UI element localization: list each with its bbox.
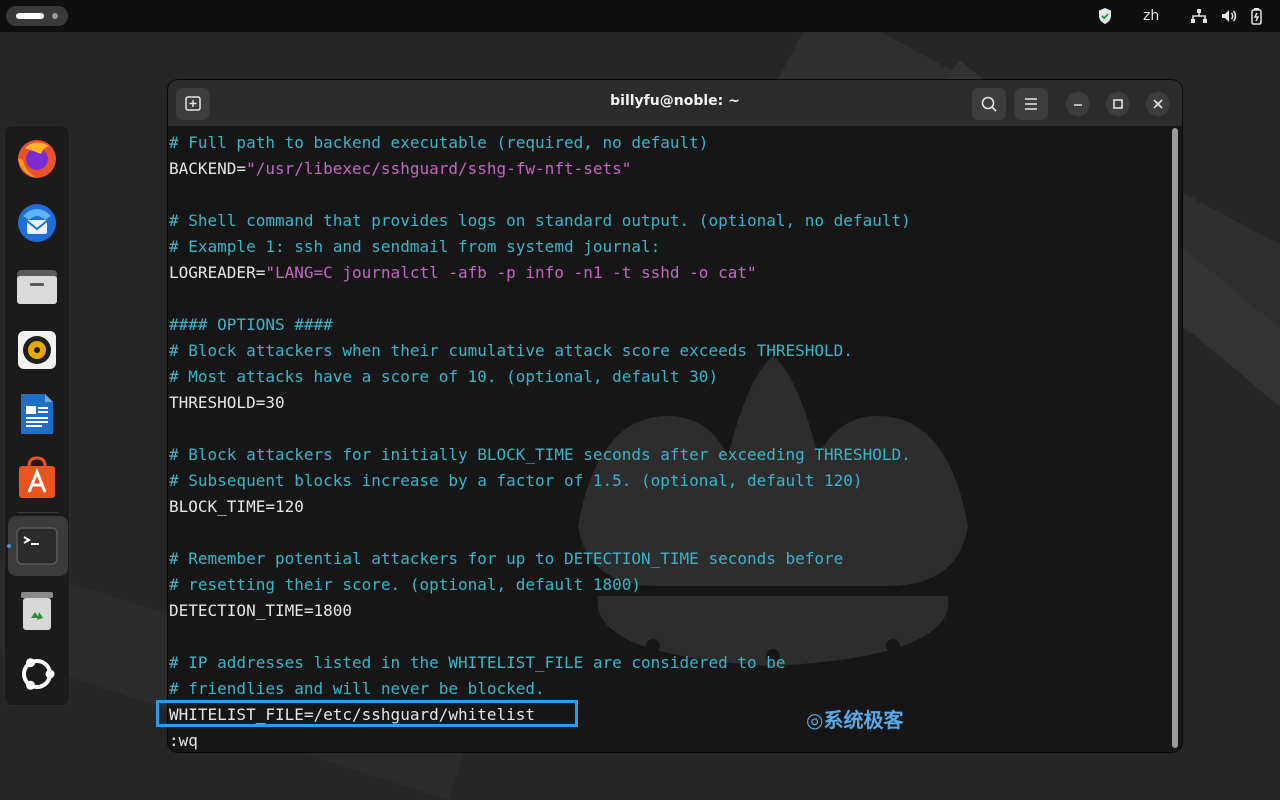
rhythmbox-icon[interactable] (15, 328, 59, 372)
line-text: THRESHOLD=30 (169, 393, 285, 412)
editor-line: # Block attackers when their cumulative … (169, 338, 911, 364)
comment-text: # IP addresses listed in the WHITELIST_F… (169, 653, 786, 672)
comment-text: # resetting their score. (optional, defa… (169, 575, 642, 594)
terminal-content[interactable]: # Full path to backend executable (requi… (168, 126, 1174, 752)
app-center-icon[interactable] (15, 456, 59, 500)
watermark: ◎系统极客 (806, 704, 903, 733)
workspace-indicator-active (16, 13, 44, 19)
terminal-icon[interactable] (15, 524, 59, 568)
editor-line: # friendlies and will never be blocked. (169, 676, 911, 702)
editor-line: BACKEND="/usr/libexec/sshguard/sshg-fw-n… (169, 156, 911, 182)
config-value: "LANG=C journalctl -afb -p info -n1 -t s… (265, 263, 757, 282)
files-icon[interactable] (15, 264, 59, 308)
editor-line: # Most attacks have a score of 10. (opti… (169, 364, 911, 390)
search-button[interactable] (972, 88, 1006, 120)
comment-text: # Full path to backend executable (requi… (169, 133, 709, 152)
minimize-button[interactable] (1066, 92, 1090, 116)
editor-line: # resetting their score. (optional, defa… (169, 572, 911, 598)
editor-line: THRESHOLD=30 (169, 390, 911, 416)
line-text: DETECTION_TIME=1800 (169, 601, 353, 620)
line-text: :wq (169, 731, 198, 750)
comment-text: # Block attackers when their cumulative … (169, 341, 853, 360)
editor-line: BLOCK_TIME=120 (169, 494, 911, 520)
close-button[interactable] (1146, 92, 1170, 116)
line-text: BLOCK_TIME=120 (169, 497, 304, 516)
firefox-icon[interactable] (15, 136, 59, 180)
dock (4, 125, 70, 706)
config-key: BACKEND= (169, 159, 247, 178)
editor-line: # Example 1: ssh and sendmail from syste… (169, 234, 911, 260)
editor-line: # Full path to backend executable (requi… (169, 130, 911, 156)
watermark-logo-icon: ◎ (806, 708, 824, 732)
activities-button[interactable] (6, 6, 68, 26)
comment-text: # Remember potential attackers for up to… (169, 549, 844, 568)
editor-lines: # Full path to backend executable (requi… (169, 130, 911, 752)
battery-icon[interactable] (1250, 6, 1264, 26)
config-value: "/usr/libexec/sshguard/sshg-fw-nft-sets" (246, 159, 632, 178)
top-bar: zh (0, 0, 1280, 32)
editor-line: :wq (169, 728, 911, 752)
editor-line: # Shell command that provides logs on st… (169, 208, 911, 234)
trash-icon[interactable] (15, 588, 59, 632)
menu-button[interactable] (1014, 88, 1048, 120)
comment-text: # Shell command that provides logs on st… (169, 211, 911, 230)
editor-line: # Subsequent blocks increase by a factor… (169, 468, 911, 494)
writer-icon[interactable] (15, 392, 59, 436)
whitelist-line-highlight (156, 700, 578, 727)
comment-text: # Most attacks have a score of 10. (opti… (169, 367, 719, 386)
editor-line: # IP addresses listed in the WHITELIST_F… (169, 650, 911, 676)
input-language-indicator[interactable]: zh (1143, 6, 1159, 26)
config-key: LOGREADER= (169, 263, 266, 282)
running-indicator (7, 544, 11, 548)
shield-icon[interactable] (1097, 6, 1113, 26)
thunderbird-icon[interactable] (15, 200, 59, 244)
comment-text: # Block attackers for initially BLOCK_TI… (169, 445, 911, 464)
watermark-text: 系统极客 (823, 708, 904, 732)
window-titlebar[interactable]: billyfu@noble: ~ (168, 80, 1182, 126)
comment-text: # Subsequent blocks increase by a factor… (169, 471, 863, 490)
network-icon[interactable] (1190, 6, 1208, 26)
workspace-indicator (52, 13, 58, 19)
editor-line: # Block attackers for initially BLOCK_TI… (169, 442, 911, 468)
comment-text: #### OPTIONS #### (169, 315, 333, 334)
editor-line: #### OPTIONS #### (169, 312, 911, 338)
volume-icon[interactable] (1220, 6, 1238, 26)
terminal-window: billyfu@noble: ~ # Full path to backend … (168, 80, 1182, 752)
comment-text: # friendlies and will never be blocked. (169, 679, 545, 698)
dock-separator (17, 512, 59, 513)
maximize-button[interactable] (1106, 92, 1130, 116)
editor-line: DETECTION_TIME=1800 (169, 598, 911, 624)
editor-line: # Remember potential attackers for up to… (169, 546, 911, 572)
scrollbar[interactable] (1172, 128, 1178, 748)
editor-line: LOGREADER="LANG=C journalctl -afb -p inf… (169, 260, 911, 286)
comment-text: # Example 1: ssh and sendmail from syste… (169, 237, 661, 256)
ubuntu-icon[interactable] (15, 652, 59, 696)
